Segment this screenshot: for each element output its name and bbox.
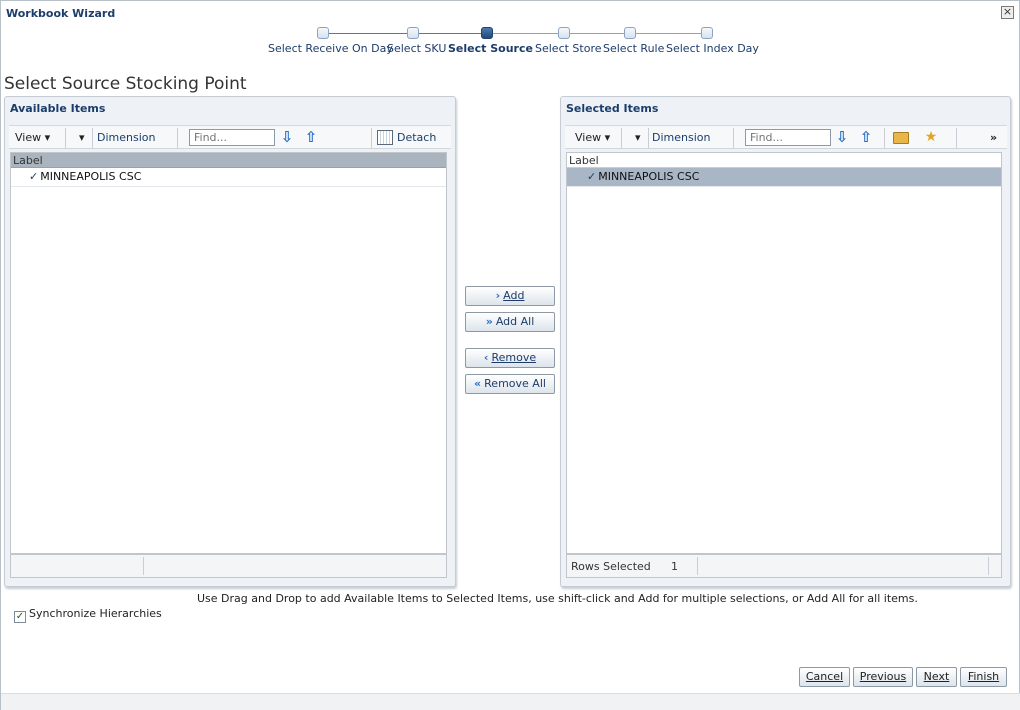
dimension-dropdown-icon[interactable]: ▾ (79, 131, 85, 144)
view-menu[interactable]: View ▾ (15, 131, 50, 144)
selected-items-panel: Selected Items View ▾ ▾ Dimension ⇩ ⇧ ★ … (560, 96, 1011, 587)
dimension-label[interactable]: Dimension (652, 131, 710, 144)
train-connector (323, 33, 413, 34)
move-all-left-icon: « (474, 377, 482, 390)
find-input[interactable] (189, 129, 275, 146)
add-all-label: Add All (495, 315, 535, 328)
synchronize-hierarchies-label: Synchronize Hierarchies (29, 607, 162, 620)
find-previous-icon[interactable]: ⇧ (858, 129, 874, 146)
favorite-add-icon[interactable]: ★ (922, 129, 940, 146)
move-left-icon: ‹ (483, 351, 489, 364)
footer-separator (697, 557, 698, 575)
add-all-button[interactable]: » Add All (465, 312, 555, 332)
toolbar-separator (621, 128, 622, 148)
check-icon: ✓ (29, 170, 39, 183)
row-label: MINNEAPOLIS CSC (40, 170, 142, 183)
status-strip (1, 693, 1020, 710)
add-label: Add (503, 289, 525, 302)
selected-items-table: Label ✓ MINNEAPOLIS CSC (566, 152, 1002, 554)
train-connector (487, 33, 707, 34)
add-button[interactable]: › Add (465, 286, 555, 306)
train-connector (413, 33, 487, 34)
train-stop-index-day[interactable] (701, 27, 713, 39)
train-label-source: Select Source (448, 42, 533, 55)
remove-button[interactable]: ‹ Remove (465, 348, 555, 368)
train-label-sku[interactable]: Select SKU (387, 42, 446, 55)
train-label-store[interactable]: Select Store (535, 42, 602, 55)
toolbar-separator (177, 128, 178, 148)
check-icon: ✓ (587, 170, 597, 183)
dimension-label[interactable]: Dimension (97, 131, 155, 144)
train-stop-rule[interactable] (624, 27, 636, 39)
find-input[interactable] (745, 129, 831, 146)
previous-button[interactable]: Previous (853, 667, 913, 687)
workbook-wizard-window: Workbook Wizard × Select Receive On Day … (0, 0, 1020, 710)
page-title: Select Source Stocking Point (4, 74, 247, 94)
toolbar-separator (733, 128, 734, 148)
toolbar-separator (371, 128, 372, 148)
detach-label[interactable]: Detach (397, 131, 436, 144)
view-menu[interactable]: View ▾ (575, 131, 610, 144)
folder-open-icon[interactable] (893, 132, 909, 144)
toolbar-separator (956, 128, 957, 148)
available-toolbar: View ▾ ▾ Dimension ⇩ ⇧ Detach (9, 125, 451, 149)
available-items-title: Available Items (10, 102, 106, 115)
find-previous-icon[interactable]: ⇧ (303, 129, 319, 146)
selected-items-title: Selected Items (566, 102, 659, 115)
available-table-footer (10, 554, 447, 578)
detach-icon[interactable] (377, 130, 393, 145)
next-button[interactable]: Next (916, 667, 957, 687)
column-header-label[interactable]: Label (567, 153, 1001, 168)
rows-selected-count: 1 (671, 560, 678, 573)
table-row[interactable]: ✓ MINNEAPOLIS CSC (567, 168, 1001, 187)
window-title: Workbook Wizard (6, 7, 116, 20)
drag-drop-hint: Use Drag and Drop to add Available Items… (197, 592, 918, 605)
train-stop-sku[interactable] (407, 27, 419, 39)
wizard-train: Select Receive On Day Select SKU Select … (1, 25, 1020, 59)
cancel-button[interactable]: Cancel (799, 667, 850, 687)
remove-all-button[interactable]: «Remove All (465, 374, 555, 394)
more-tools-icon[interactable]: » (990, 131, 997, 144)
checkbox-checked-icon[interactable]: ✓ (14, 611, 26, 623)
selected-table-footer: Rows Selected 1 (566, 554, 1002, 578)
train-stop-source (481, 27, 493, 39)
table-row[interactable]: ✓ MINNEAPOLIS CSC (11, 168, 446, 187)
available-items-table: Label ✓ MINNEAPOLIS CSC (10, 152, 447, 554)
remove-all-label: Remove All (484, 377, 546, 390)
synchronize-hierarchies-checkbox[interactable]: ✓ Synchronize Hierarchies (14, 607, 162, 623)
row-label: MINNEAPOLIS CSC (598, 170, 700, 183)
find-next-icon[interactable]: ⇩ (279, 129, 295, 146)
find-next-icon[interactable]: ⇩ (834, 129, 850, 146)
selected-toolbar: View ▾ ▾ Dimension ⇩ ⇧ ★ » (565, 125, 1007, 149)
toolbar-separator (65, 128, 66, 148)
column-header-label[interactable]: Label (11, 153, 446, 168)
remove-label: Remove (491, 351, 537, 364)
finish-button[interactable]: Finish (960, 667, 1007, 687)
train-label-index-day[interactable]: Select Index Day (666, 42, 759, 55)
toolbar-separator (92, 128, 93, 148)
train-stop-receive-on-day[interactable] (317, 27, 329, 39)
train-label-rule[interactable]: Select Rule (603, 42, 664, 55)
toolbar-separator (648, 128, 649, 148)
footer-separator (143, 557, 144, 575)
dimension-dropdown-icon[interactable]: ▾ (635, 131, 641, 144)
train-stop-store[interactable] (558, 27, 570, 39)
footer-separator (988, 557, 989, 575)
close-icon[interactable]: × (1001, 6, 1014, 19)
train-label-receive-on-day[interactable]: Select Receive On Day (268, 42, 393, 55)
move-right-icon: › (495, 289, 501, 302)
available-items-panel: Available Items View ▾ ▾ Dimension ⇩ ⇧ D… (4, 96, 456, 587)
toolbar-separator (884, 128, 885, 148)
rows-selected-label: Rows Selected (571, 560, 651, 573)
move-all-right-icon: » (485, 315, 493, 328)
